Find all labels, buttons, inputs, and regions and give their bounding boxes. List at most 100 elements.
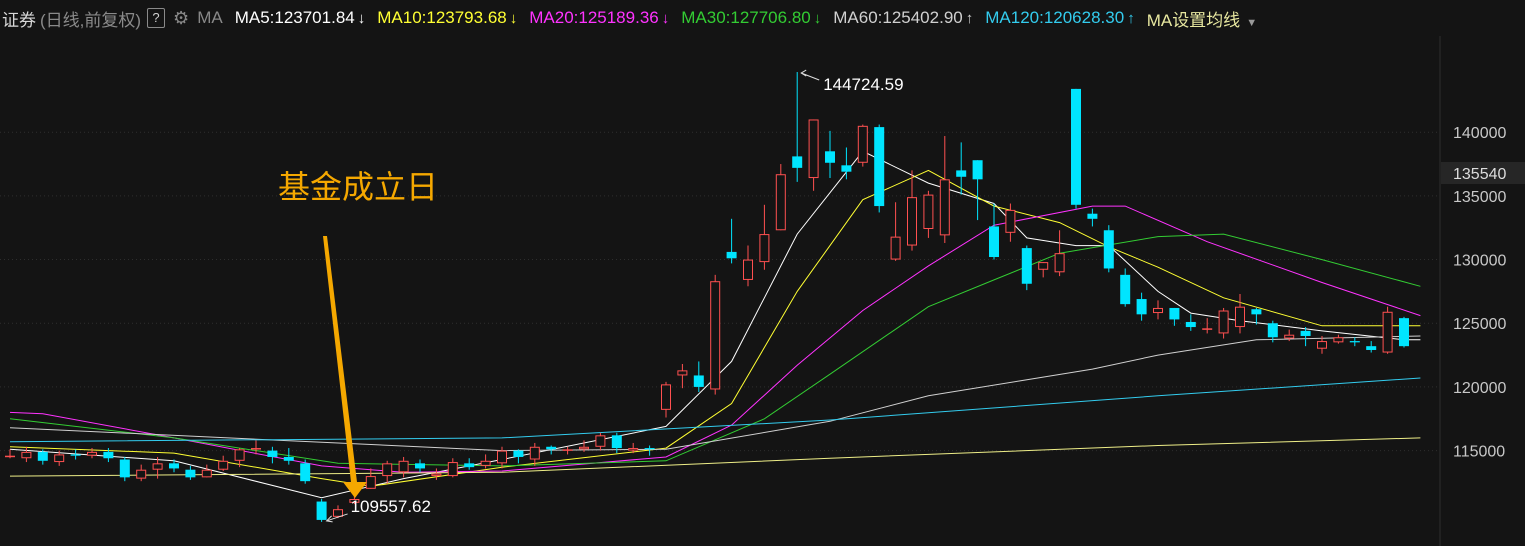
y-tick-label-120000: 120000 <box>1453 380 1506 397</box>
candle-65 <box>1071 88 1081 209</box>
candle-75 <box>1235 293 1245 334</box>
min-price-label: 109557.62 <box>351 497 431 516</box>
candle-body <box>923 194 934 229</box>
candle-body <box>989 226 999 258</box>
candle-body <box>710 281 721 390</box>
candle-body <box>169 463 179 469</box>
candle-42 <box>693 361 704 393</box>
candle-53 <box>874 124 885 213</box>
candle-50 <box>825 130 835 179</box>
candle-body <box>300 463 311 482</box>
candle-body <box>5 455 15 458</box>
candle-79 <box>1300 327 1311 347</box>
candle-27 <box>447 458 458 478</box>
candle-body <box>333 509 343 517</box>
candle-body <box>365 476 376 489</box>
candle-body <box>21 451 32 459</box>
candle-59 <box>972 160 983 221</box>
candle-0 <box>5 449 15 459</box>
ma250-line <box>9 437 1421 477</box>
candle-body <box>939 179 950 236</box>
candle-body <box>251 448 261 450</box>
candle-body <box>283 456 294 461</box>
candle-body <box>1399 318 1409 347</box>
launch-date-arrow-icon <box>323 236 367 498</box>
candle-25 <box>415 459 425 473</box>
candle-body <box>726 251 737 259</box>
candle-24 <box>398 456 409 478</box>
candle-body <box>398 460 409 473</box>
candle-23 <box>382 460 393 484</box>
candle-body <box>1153 307 1163 314</box>
candle-body <box>415 463 425 469</box>
y-tick-label-135000: 135000 <box>1453 189 1506 206</box>
candle-52 <box>857 124 868 167</box>
candle-body <box>1136 299 1147 315</box>
candlestick-chart[interactable]: 115000 120000 125000 130000 135000 140000 144… <box>0 0 1525 546</box>
candle-body <box>808 119 819 179</box>
candle-47 <box>775 164 786 231</box>
candle-72 <box>1185 314 1196 331</box>
candle-body <box>1021 248 1032 284</box>
candle-57 <box>939 136 950 244</box>
candle-body <box>1333 337 1344 343</box>
candle-83 <box>1366 341 1377 353</box>
candle-41 <box>677 363 688 389</box>
candle-body <box>1382 311 1393 353</box>
candle-body <box>661 384 671 410</box>
candle-body <box>1349 341 1360 343</box>
candle-body <box>907 197 917 246</box>
price-axis: 115000 120000 125000 130000 135000 140000 <box>1439 36 1506 546</box>
candle-40 <box>661 381 671 418</box>
candle-body <box>234 449 245 461</box>
candle-body <box>792 156 803 168</box>
candle-body <box>185 469 196 478</box>
candle-body <box>972 160 983 180</box>
candle-84 <box>1382 306 1393 354</box>
candle-body <box>1185 321 1196 328</box>
candle-body <box>1317 341 1327 349</box>
candle-body <box>677 370 688 376</box>
candle-60 <box>989 203 999 260</box>
y-tick-label-140000: 140000 <box>1453 125 1506 142</box>
candle-13 <box>218 455 229 471</box>
candle-29 <box>480 454 491 469</box>
candle-22 <box>365 468 376 489</box>
current-price-label: 135540 <box>1453 166 1506 183</box>
candle-body <box>890 236 901 260</box>
candle-body <box>136 469 147 479</box>
candle-34 <box>562 446 573 455</box>
candle-body <box>218 460 229 470</box>
candle-body <box>447 462 458 477</box>
candle-body <box>644 448 655 450</box>
candle-body <box>562 449 573 451</box>
candle-body <box>201 469 212 478</box>
candle-48 <box>792 72 803 182</box>
candle-64 <box>1054 230 1065 277</box>
candle-73 <box>1202 318 1213 334</box>
candle-body <box>1054 253 1065 273</box>
candle-body <box>431 473 442 477</box>
candle-body <box>546 446 557 450</box>
candle-63 <box>1038 262 1049 278</box>
candle-body <box>529 446 540 460</box>
candle-body <box>759 234 770 263</box>
candle-body <box>1169 307 1180 320</box>
candle-12 <box>201 464 212 478</box>
candle-body <box>775 174 786 231</box>
current-price-marker: 135540 <box>1441 162 1525 184</box>
candle-body <box>1235 306 1245 328</box>
candle-66 <box>1087 208 1098 227</box>
candle-body <box>87 451 97 456</box>
candle-body <box>1251 309 1262 315</box>
candle-body <box>382 463 393 477</box>
max-price-label: 144724.59 <box>823 75 903 94</box>
candle-body <box>956 170 967 177</box>
candle-81 <box>1333 334 1344 344</box>
candle-body <box>874 127 885 207</box>
candle-body <box>316 501 327 520</box>
candle-body <box>1267 323 1278 338</box>
candle-71 <box>1169 307 1180 326</box>
candle-1 <box>21 446 32 463</box>
candle-body <box>497 450 507 464</box>
